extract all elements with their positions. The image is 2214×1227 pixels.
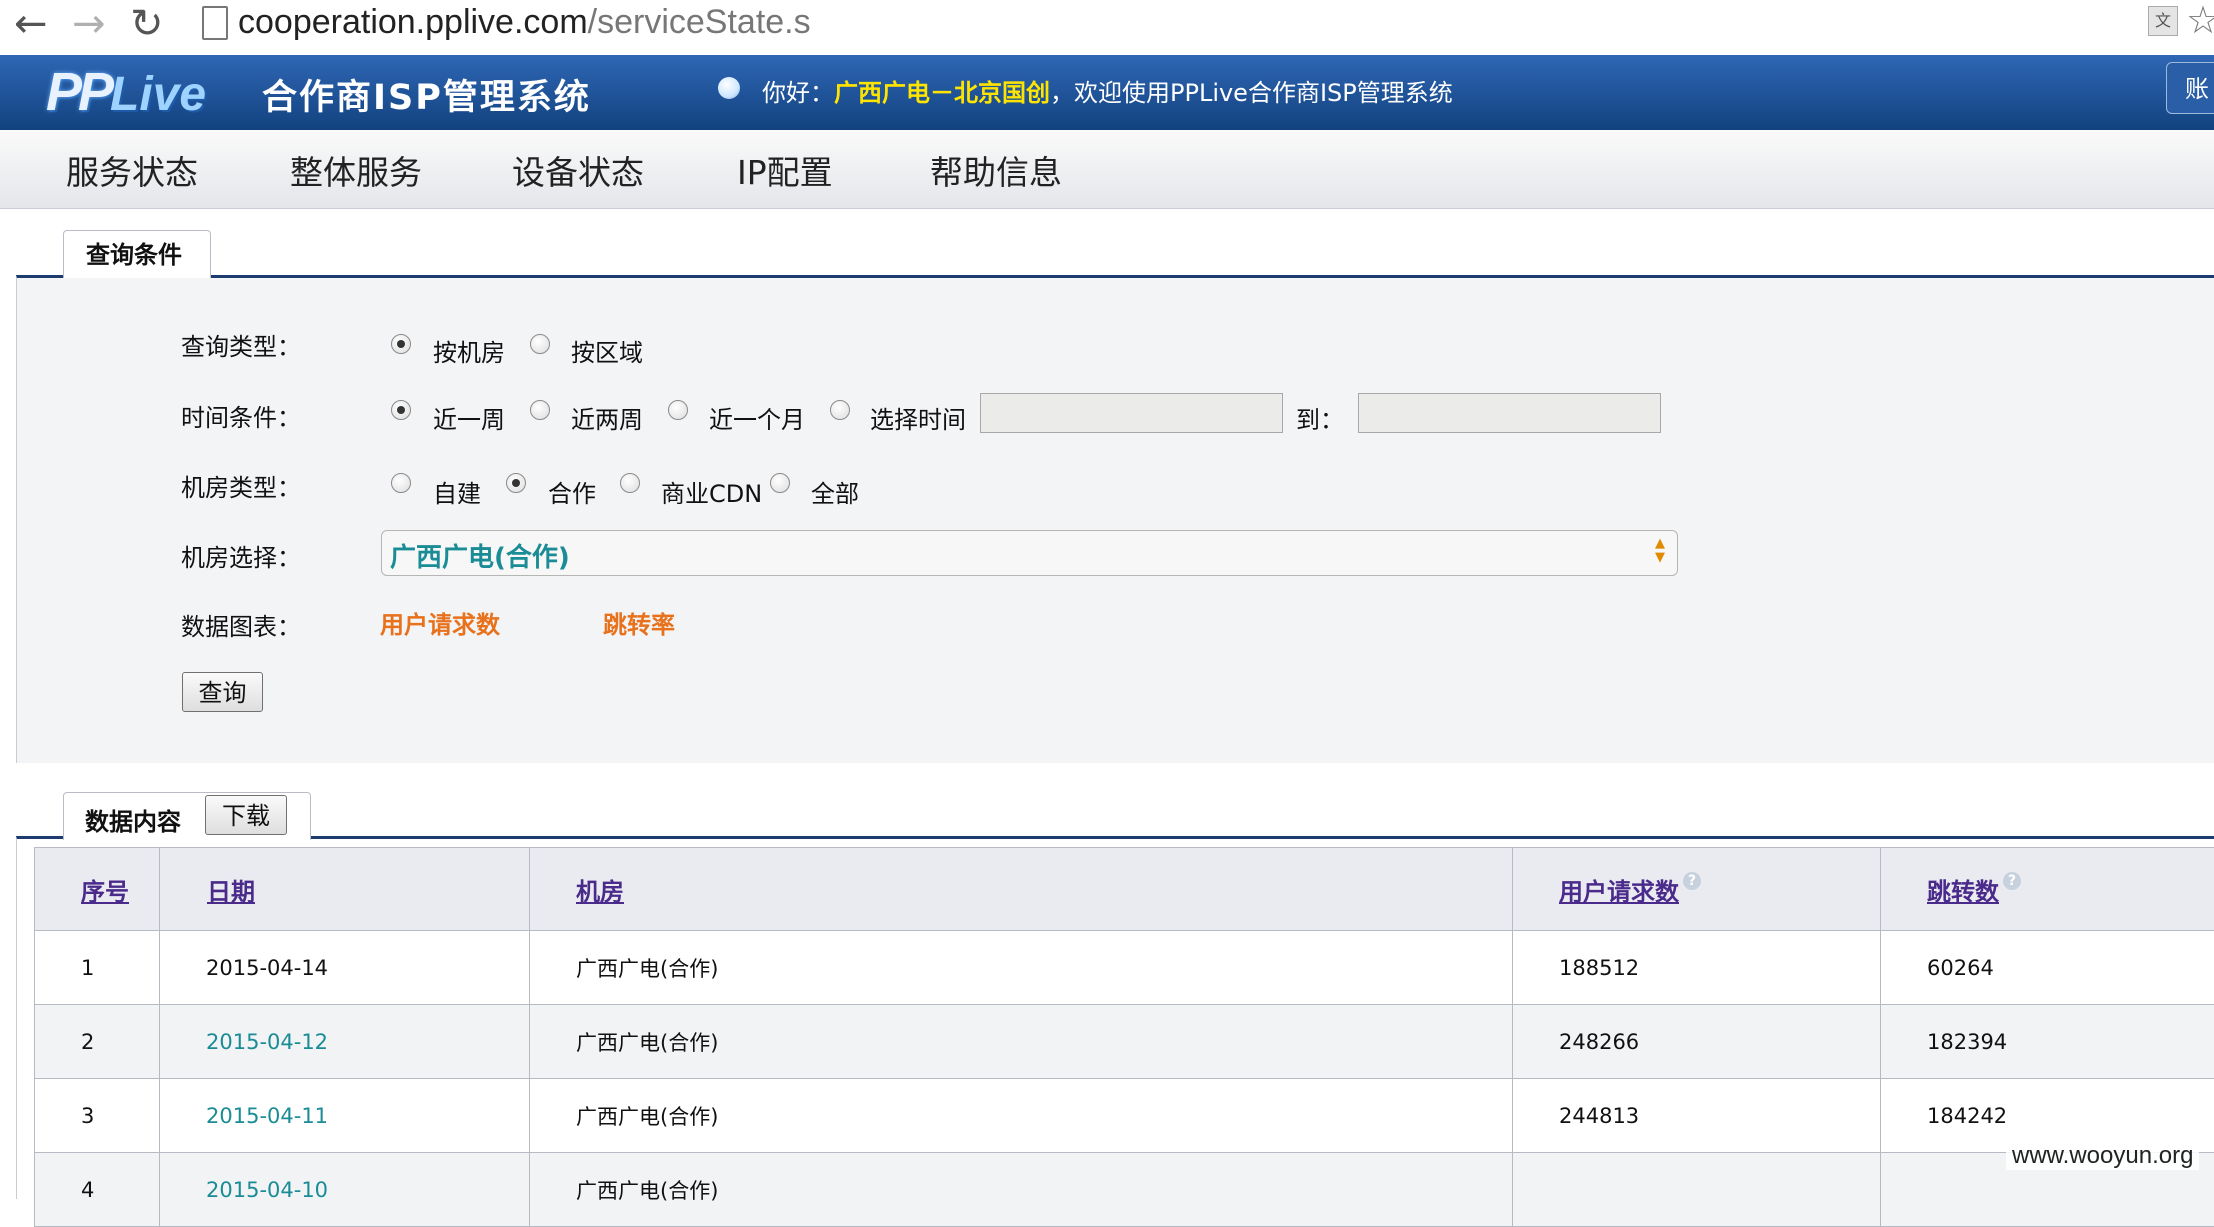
radio-by-region[interactable] xyxy=(530,334,550,354)
cell-date[interactable]: 2015-04-10 xyxy=(160,1153,530,1227)
app-header: PPLive 合作商ISP管理系统 你好：广西广电－北京国创，欢迎使用PPLiv… xyxy=(0,55,2214,130)
room-type-label: 机房类型： xyxy=(181,468,301,503)
bookmark-star-icon[interactable]: ☆ xyxy=(2186,0,2214,40)
radio-custom-time[interactable] xyxy=(830,400,850,420)
forward-icon[interactable]: → xyxy=(72,4,106,44)
end-date-input[interactable] xyxy=(1358,393,1661,433)
select-arrows-icon: ▲▼ xyxy=(1655,537,1665,565)
system-title: 合作商ISP管理系统 xyxy=(262,69,591,120)
cell-redirects: 182394 xyxy=(1881,1005,2214,1079)
bulb-icon xyxy=(718,77,740,99)
cell-date[interactable]: 2015-04-12 xyxy=(160,1005,530,1079)
greeting-text: 你好：广西广电－北京国创，欢迎使用PPLive合作商ISP管理系统 xyxy=(762,73,1453,108)
table-row: 4 2015-04-10 广西广电(合作) xyxy=(35,1153,2214,1227)
query-type-label: 查询类型： xyxy=(181,327,301,362)
tab-data-content[interactable]: 数据内容 xyxy=(85,802,181,837)
help-icon[interactable]: ? xyxy=(1683,872,1701,890)
menu-item-help[interactable]: 帮助信息 xyxy=(930,146,1062,194)
radio-all[interactable] xyxy=(770,473,790,493)
chart-link-user-requests[interactable]: 用户请求数 xyxy=(380,605,500,640)
query-button[interactable]: 查询 xyxy=(182,672,263,712)
browser-toolbar: ← → ↻ cooperation.pplive.com/serviceStat… xyxy=(0,0,2214,56)
radio-last-two-weeks[interactable] xyxy=(530,400,550,420)
column-header-user-requests[interactable]: 用户请求数? xyxy=(1513,848,1881,931)
radio-label-last-two-weeks: 近两周 xyxy=(571,400,643,435)
help-icon[interactable]: ? xyxy=(2003,872,2021,890)
radio-cooperation[interactable] xyxy=(506,473,526,493)
cell-user-requests: 244813 xyxy=(1513,1079,1881,1153)
main-menu: 服务状态 整体服务 设备状态 IP配置 帮助信息 xyxy=(0,130,2214,209)
column-header-room[interactable]: 机房 xyxy=(530,848,1513,931)
table-header-row: 序号 日期 机房 用户请求数? 跳转数? xyxy=(35,848,2214,931)
radio-commercial-cdn[interactable] xyxy=(620,473,640,493)
address-bar[interactable]: cooperation.pplive.com/serviceState.s xyxy=(238,0,811,44)
pplive-logo: PPLive xyxy=(46,61,206,121)
cell-index: 3 xyxy=(35,1079,160,1153)
radio-label-last-week: 近一周 xyxy=(433,400,505,435)
time-condition-label: 时间条件： xyxy=(181,398,301,433)
cell-date[interactable]: 2015-04-11 xyxy=(160,1079,530,1153)
table-row: 3 2015-04-11 广西广电(合作) 244813 184242 xyxy=(35,1079,2214,1153)
column-header-date[interactable]: 日期 xyxy=(160,848,530,931)
radio-label-last-month: 近一个月 xyxy=(709,400,805,435)
radio-last-week[interactable] xyxy=(391,400,411,420)
room-select-value: 广西广电(合作) xyxy=(390,537,570,574)
download-button[interactable]: 下载 xyxy=(205,795,287,835)
cell-redirects: 60264 xyxy=(1881,931,2214,1005)
data-table: 序号 日期 机房 用户请求数? 跳转数? 1 2015-04-14 广西广电(合… xyxy=(34,847,2214,1227)
back-icon[interactable]: ← xyxy=(14,4,48,44)
radio-label-all: 全部 xyxy=(811,474,859,509)
radio-self-built[interactable] xyxy=(391,473,411,493)
radio-label-cooperation: 合作 xyxy=(548,474,596,509)
radio-label-by-region: 按区域 xyxy=(571,333,643,368)
cell-user-requests xyxy=(1513,1153,1881,1227)
room-select[interactable]: 广西广电(合作) ▲▼ xyxy=(381,530,1678,576)
cell-date: 2015-04-14 xyxy=(160,931,530,1005)
table-row: 2 2015-04-12 广西广电(合作) 248266 182394 xyxy=(35,1005,2214,1079)
query-panel xyxy=(16,275,2214,763)
url-path: /serviceState.s xyxy=(588,3,811,41)
cell-room: 广西广电(合作) xyxy=(530,931,1513,1005)
radio-label-by-room: 按机房 xyxy=(433,333,505,368)
page-icon xyxy=(202,6,228,40)
table-row: 1 2015-04-14 广西广电(合作) 188512 60264 xyxy=(35,931,2214,1005)
to-label: 到： xyxy=(1296,400,1344,435)
column-header-index[interactable]: 序号 xyxy=(35,848,160,931)
radio-by-room[interactable] xyxy=(391,334,411,354)
cell-room: 广西广电(合作) xyxy=(530,1153,1513,1227)
reload-icon[interactable]: ↻ xyxy=(130,4,164,44)
watermark: www.wooyun.org xyxy=(2006,1142,2199,1170)
cell-user-requests: 248266 xyxy=(1513,1005,1881,1079)
radio-label-self-built: 自建 xyxy=(433,474,481,509)
tab-query-conditions[interactable]: 查询条件 xyxy=(63,230,211,278)
chart-link-redirect-rate[interactable]: 跳转率 xyxy=(603,605,675,640)
translate-icon[interactable]: 文 xyxy=(2148,6,2178,36)
cell-user-requests: 188512 xyxy=(1513,931,1881,1005)
start-date-input[interactable] xyxy=(980,393,1283,433)
chart-label: 数据图表： xyxy=(181,607,301,642)
radio-last-month[interactable] xyxy=(668,400,688,420)
menu-item-device-status[interactable]: 设备状态 xyxy=(512,146,644,194)
menu-item-ip-config[interactable]: IP配置 xyxy=(737,146,833,194)
cell-index: 2 xyxy=(35,1005,160,1079)
cell-room: 广西广电(合作) xyxy=(530,1005,1513,1079)
cell-index: 4 xyxy=(35,1153,160,1227)
column-header-redirects[interactable]: 跳转数? xyxy=(1881,848,2214,931)
menu-item-service-status[interactable]: 服务状态 xyxy=(66,146,198,194)
menu-item-overall-service[interactable]: 整体服务 xyxy=(290,146,422,194)
radio-label-commercial-cdn: 商业CDN xyxy=(661,474,762,509)
room-select-label: 机房选择： xyxy=(181,538,301,573)
cell-index: 1 xyxy=(35,931,160,1005)
cell-room: 广西广电(合作) xyxy=(530,1079,1513,1153)
radio-label-custom-time: 选择时间 xyxy=(870,400,966,435)
url-host: cooperation.pplive.com xyxy=(238,3,588,41)
greeting-org: 广西广电－北京国创 xyxy=(834,79,1050,107)
account-button[interactable]: 账 xyxy=(2166,62,2214,114)
